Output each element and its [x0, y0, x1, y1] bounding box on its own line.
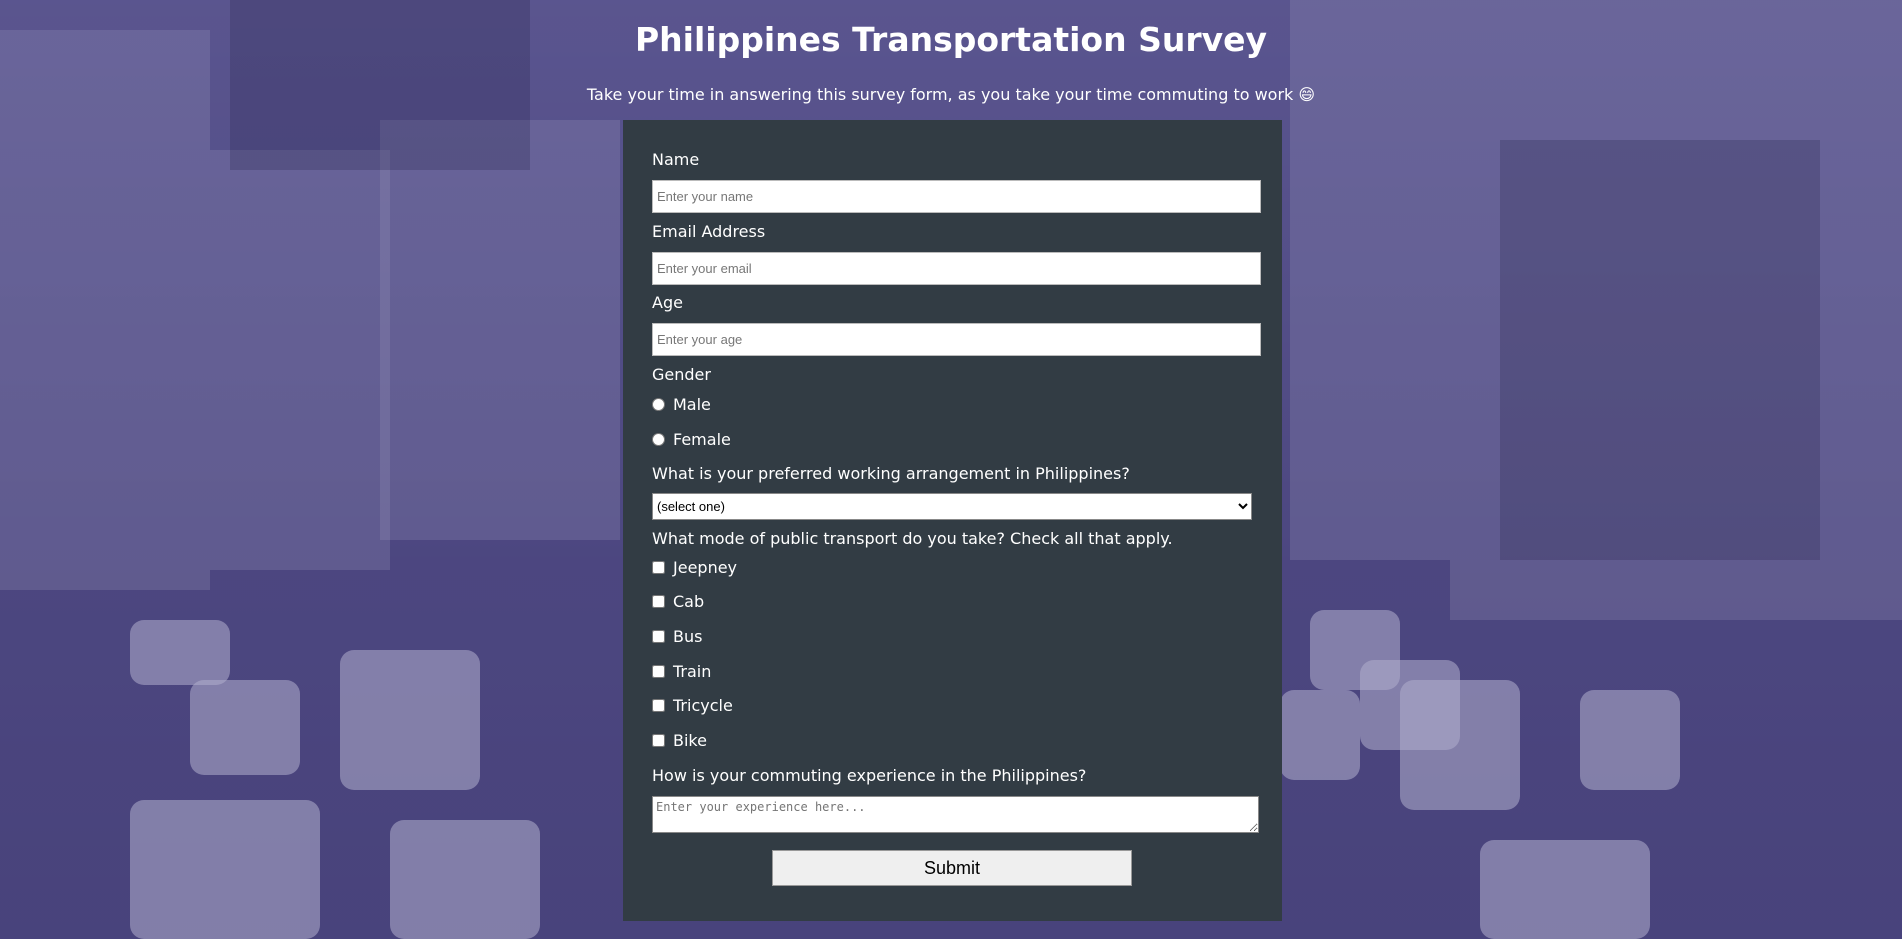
transport-label: What mode of public transport do you tak… [652, 529, 1173, 548]
transport-option-label: Cab [673, 592, 705, 611]
gender-option-female[interactable]: Female [652, 430, 731, 449]
transport-checkbox[interactable] [652, 595, 665, 608]
experience-textarea[interactable] [652, 796, 1259, 833]
transport-option-jeepney[interactable]: Jeepney [652, 558, 737, 577]
name-input[interactable] [652, 180, 1261, 213]
page-description: Take your time in answering this survey … [586, 85, 1316, 104]
transport-option-bike[interactable]: Bike [652, 731, 707, 750]
transport-option-label: Bus [673, 627, 703, 646]
transport-option-train[interactable]: Train [652, 662, 711, 681]
page-title: Philippines Transportation Survey [634, 20, 1268, 59]
transport-option-label: Bike [673, 731, 707, 750]
email-input[interactable] [652, 252, 1261, 285]
gender-label: Gender [652, 365, 711, 384]
transport-option-label: Jeepney [673, 558, 738, 577]
transport-checkbox[interactable] [652, 630, 665, 643]
transport-option-bus[interactable]: Bus [652, 627, 702, 646]
email-label: Email Address [652, 222, 766, 241]
transport-option-label: Tricycle [673, 696, 733, 715]
name-label: Name [652, 150, 700, 169]
transport-option-cab[interactable]: Cab [652, 592, 704, 611]
arrangement-label: What is your preferred working arrangeme… [652, 464, 1130, 483]
survey-form: Name Email Address Age Gender Male Femal… [623, 120, 1282, 921]
gender-option-label: Female [673, 430, 731, 449]
transport-option-label: Train [673, 662, 712, 681]
transport-checkbox[interactable] [652, 665, 665, 678]
transport-checkbox[interactable] [652, 734, 665, 747]
transport-checkbox[interactable] [652, 699, 665, 712]
age-label: Age [652, 293, 683, 312]
transport-checkbox[interactable] [652, 561, 665, 574]
gender-radio-female[interactable] [652, 433, 665, 446]
submit-button[interactable]: Submit [772, 850, 1132, 886]
gender-option-label: Male [673, 395, 711, 414]
gender-option-male[interactable]: Male [652, 395, 711, 414]
gender-radio-male[interactable] [652, 398, 665, 411]
experience-label: How is your commuting experience in the … [652, 766, 1087, 785]
arrangement-select[interactable]: (select one) [652, 493, 1252, 520]
transport-option-tricycle[interactable]: Tricycle [652, 696, 733, 715]
age-input[interactable] [652, 323, 1261, 356]
